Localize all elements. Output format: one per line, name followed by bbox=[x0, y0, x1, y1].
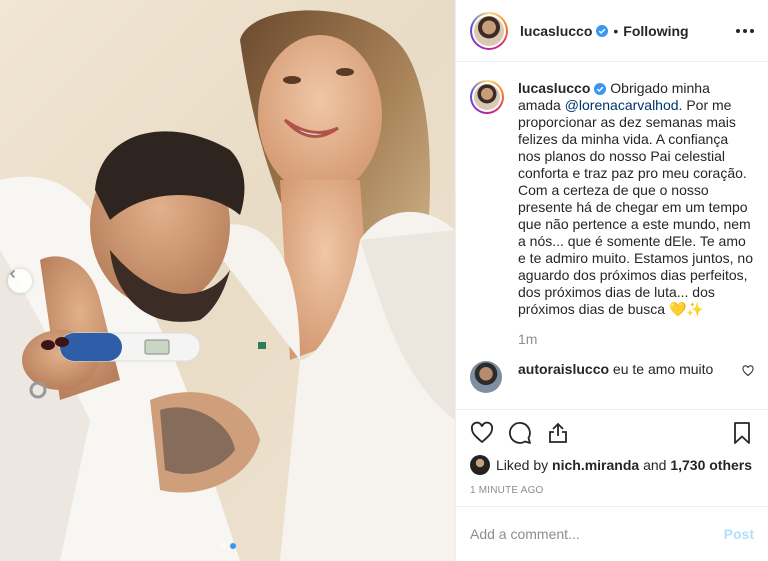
chevron-left-icon bbox=[9, 269, 16, 279]
likes-and: and bbox=[643, 457, 667, 473]
comment-input[interactable] bbox=[470, 526, 724, 542]
post-side-panel: lucaslucco • Following lucaslucco Obriga… bbox=[455, 0, 768, 561]
heart-icon[interactable] bbox=[470, 421, 494, 445]
comment-avatar[interactable] bbox=[470, 361, 502, 393]
likes-prefix: Liked by bbox=[496, 457, 549, 473]
verified-badge-icon bbox=[594, 83, 607, 95]
carousel-dot-active bbox=[229, 543, 236, 549]
caption-avatar[interactable] bbox=[470, 80, 504, 114]
caption: lucaslucco Obrigado minha amada @lorenac… bbox=[470, 80, 754, 348]
post-photo[interactable] bbox=[0, 0, 455, 561]
verified-badge-icon bbox=[596, 24, 609, 37]
post-comment-button[interactable]: Post bbox=[724, 526, 754, 542]
liker-username[interactable]: nich.miranda bbox=[552, 457, 639, 473]
comment-like-heart-icon[interactable] bbox=[742, 365, 754, 377]
more-options-icon[interactable] bbox=[736, 28, 754, 33]
avatar[interactable] bbox=[470, 11, 508, 50]
caption-text-after-mention: . Por me proporcionar as dez semanas mai… bbox=[518, 97, 753, 317]
comments-section: lucaslucco Obrigado minha amada @lorenac… bbox=[456, 62, 768, 409]
caption-text: lucaslucco Obrigado minha amada @lorenac… bbox=[518, 80, 754, 318]
liker-avatar[interactable] bbox=[470, 455, 490, 475]
following-button[interactable]: Following bbox=[623, 23, 688, 39]
caption-timestamp[interactable]: 1m bbox=[518, 331, 754, 348]
header-separator: • bbox=[613, 22, 619, 39]
caption-username[interactable]: lucaslucco bbox=[518, 80, 590, 96]
likes-count[interactable]: 1,730 others bbox=[670, 457, 752, 473]
photo-illustration bbox=[0, 10, 455, 561]
likes-summary: Liked by nich.miranda and 1,730 others bbox=[470, 455, 754, 475]
comment-item: autoraislucco eu te amo muito bbox=[470, 361, 754, 393]
share-icon[interactable] bbox=[546, 421, 570, 445]
instagram-post: lucaslucco • Following lucaslucco Obriga… bbox=[0, 0, 768, 561]
comment-text: eu te amo muito bbox=[612, 361, 714, 377]
carousel-prev-button[interactable] bbox=[8, 269, 32, 293]
comment-username[interactable]: autoraislucco bbox=[518, 361, 609, 377]
carousel-dot bbox=[219, 543, 226, 549]
bookmark-icon[interactable] bbox=[730, 421, 754, 445]
header-username[interactable]: lucaslucco bbox=[520, 23, 592, 39]
carousel-dots bbox=[219, 543, 236, 549]
post-header: lucaslucco • Following bbox=[456, 0, 768, 62]
comment-icon[interactable] bbox=[508, 421, 532, 445]
mention-link[interactable]: @lorenacarvalhod bbox=[565, 97, 679, 113]
add-comment-bar: Post bbox=[456, 506, 768, 561]
post-time-ago[interactable]: 1 minute ago bbox=[470, 485, 754, 496]
post-actions: Liked by nich.miranda and 1,730 others 1… bbox=[456, 409, 768, 496]
